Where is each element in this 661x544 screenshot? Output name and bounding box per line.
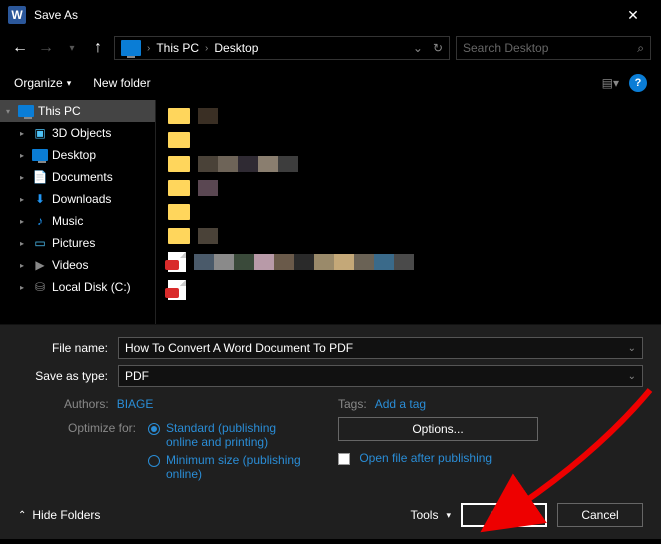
- new-folder-button[interactable]: New folder: [93, 76, 150, 90]
- cube-icon: ▣: [32, 126, 48, 140]
- folder-icon: [168, 132, 190, 148]
- video-icon: ▶: [32, 258, 48, 272]
- disk-icon: ⛁: [32, 280, 48, 294]
- tree-item-3d-objects[interactable]: ▸ ▣ 3D Objects: [0, 122, 155, 144]
- folder-icon: [168, 156, 190, 172]
- list-item[interactable]: [168, 108, 649, 124]
- chevron-right-icon[interactable]: ▸: [20, 129, 28, 138]
- save-type-select[interactable]: PDF ⌄: [118, 365, 643, 387]
- radio-icon: [148, 455, 160, 467]
- tools-dropdown[interactable]: Tools ▾: [410, 508, 451, 522]
- chevron-down-icon: ▾: [446, 510, 451, 521]
- chevron-right-icon[interactable]: ›: [205, 43, 208, 54]
- chevron-down-icon[interactable]: ⌄: [628, 371, 636, 382]
- document-icon: 📄: [32, 170, 48, 184]
- chevron-down-icon[interactable]: ▾: [6, 107, 14, 116]
- word-app-icon: W: [8, 6, 26, 24]
- open-after-checkbox[interactable]: Open file after publishing: [338, 451, 643, 465]
- search-input[interactable]: Search Desktop ⌕: [456, 36, 651, 60]
- address-bar[interactable]: › This PC › Desktop ⌄ ↻: [114, 36, 450, 60]
- chevron-right-icon[interactable]: ▸: [20, 283, 28, 292]
- options-button[interactable]: Options...: [338, 417, 538, 441]
- list-item[interactable]: [168, 180, 649, 196]
- authors-label: Authors:: [64, 397, 109, 411]
- download-icon: ⬇: [32, 192, 48, 206]
- folder-icon: [168, 108, 190, 124]
- chevron-right-icon[interactable]: ▸: [20, 173, 28, 182]
- chevron-down-icon[interactable]: ⌄: [628, 343, 636, 354]
- authors-value[interactable]: BIAGE: [117, 397, 154, 411]
- tree-item-local-disk[interactable]: ▸ ⛁ Local Disk (C:): [0, 276, 155, 298]
- hide-folders-button[interactable]: ⌃ Hide Folders: [18, 508, 100, 522]
- view-mode-icon[interactable]: ▤▾: [602, 76, 619, 90]
- help-icon[interactable]: ?: [629, 74, 647, 92]
- chevron-right-icon[interactable]: ▸: [20, 195, 28, 204]
- search-icon: ⌕: [637, 41, 644, 56]
- chevron-right-icon[interactable]: ›: [147, 43, 150, 54]
- chevron-down-icon: ⌃: [18, 510, 26, 521]
- pdf-icon: [168, 280, 186, 300]
- breadcrumb-this-pc[interactable]: This PC: [156, 41, 199, 55]
- chevron-right-icon[interactable]: ▸: [20, 217, 28, 226]
- folder-icon: [168, 204, 190, 220]
- radio-icon: [148, 423, 160, 435]
- picture-icon: ▭: [32, 236, 48, 250]
- tags-value[interactable]: Add a tag: [375, 397, 426, 411]
- organize-button[interactable]: Organize▾: [14, 76, 71, 90]
- chevron-right-icon[interactable]: ▸: [20, 239, 28, 248]
- list-item[interactable]: [168, 156, 649, 172]
- tags-label: Tags:: [338, 397, 367, 411]
- save-type-label: Save as type:: [18, 369, 118, 383]
- pc-icon: [18, 105, 34, 117]
- list-item[interactable]: [168, 204, 649, 220]
- up-icon[interactable]: ↑: [88, 39, 108, 57]
- optimize-label: Optimize for:: [68, 417, 148, 485]
- folder-icon: [168, 180, 190, 196]
- tree-item-pictures[interactable]: ▸ ▭ Pictures: [0, 232, 155, 254]
- chevron-right-icon[interactable]: ▸: [20, 151, 28, 160]
- window-title: Save As: [34, 8, 613, 22]
- address-dropdown-icon[interactable]: ⌄: [413, 41, 423, 55]
- breadcrumb-desktop[interactable]: Desktop: [214, 41, 258, 55]
- pdf-icon: [168, 252, 186, 272]
- folder-icon: [168, 228, 190, 244]
- list-item[interactable]: [168, 228, 649, 244]
- chevron-right-icon[interactable]: ▸: [20, 261, 28, 270]
- cancel-button[interactable]: Cancel: [557, 503, 643, 527]
- back-icon[interactable]: ←: [10, 39, 30, 57]
- checkbox-icon: [338, 453, 350, 465]
- forward-icon[interactable]: →: [36, 39, 56, 57]
- tree-item-videos[interactable]: ▸ ▶ Videos: [0, 254, 155, 276]
- tree-item-desktop[interactable]: ▸ Desktop: [0, 144, 155, 166]
- pc-icon: [121, 40, 141, 56]
- tree-item-this-pc[interactable]: ▾ This PC: [0, 100, 155, 122]
- list-item[interactable]: [168, 252, 649, 272]
- radio-standard[interactable]: Standard (publishing online and printing…: [148, 421, 306, 449]
- file-name-input[interactable]: How To Convert A Word Document To PDF ⌄: [118, 337, 643, 359]
- radio-minimum[interactable]: Minimum size (publishing online): [148, 453, 306, 481]
- close-icon[interactable]: ✕: [613, 7, 653, 24]
- refresh-icon[interactable]: ↻: [433, 41, 443, 55]
- navigation-tree[interactable]: ▾ This PC ▸ ▣ 3D Objects ▸ Desktop ▸ 📄 D…: [0, 100, 155, 324]
- tree-item-documents[interactable]: ▸ 📄 Documents: [0, 166, 155, 188]
- list-item[interactable]: [168, 280, 649, 300]
- tree-item-music[interactable]: ▸ ♪ Music: [0, 210, 155, 232]
- search-placeholder: Search Desktop: [463, 41, 548, 55]
- list-item[interactable]: [168, 132, 649, 148]
- desktop-icon: [32, 149, 48, 161]
- file-name-label: File name:: [18, 341, 118, 355]
- tree-item-downloads[interactable]: ▸ ⬇ Downloads: [0, 188, 155, 210]
- music-icon: ♪: [32, 214, 48, 228]
- history-dropdown-icon[interactable]: ▾: [62, 43, 82, 54]
- save-button[interactable]: Save: [461, 503, 547, 527]
- file-list[interactable]: [155, 100, 661, 324]
